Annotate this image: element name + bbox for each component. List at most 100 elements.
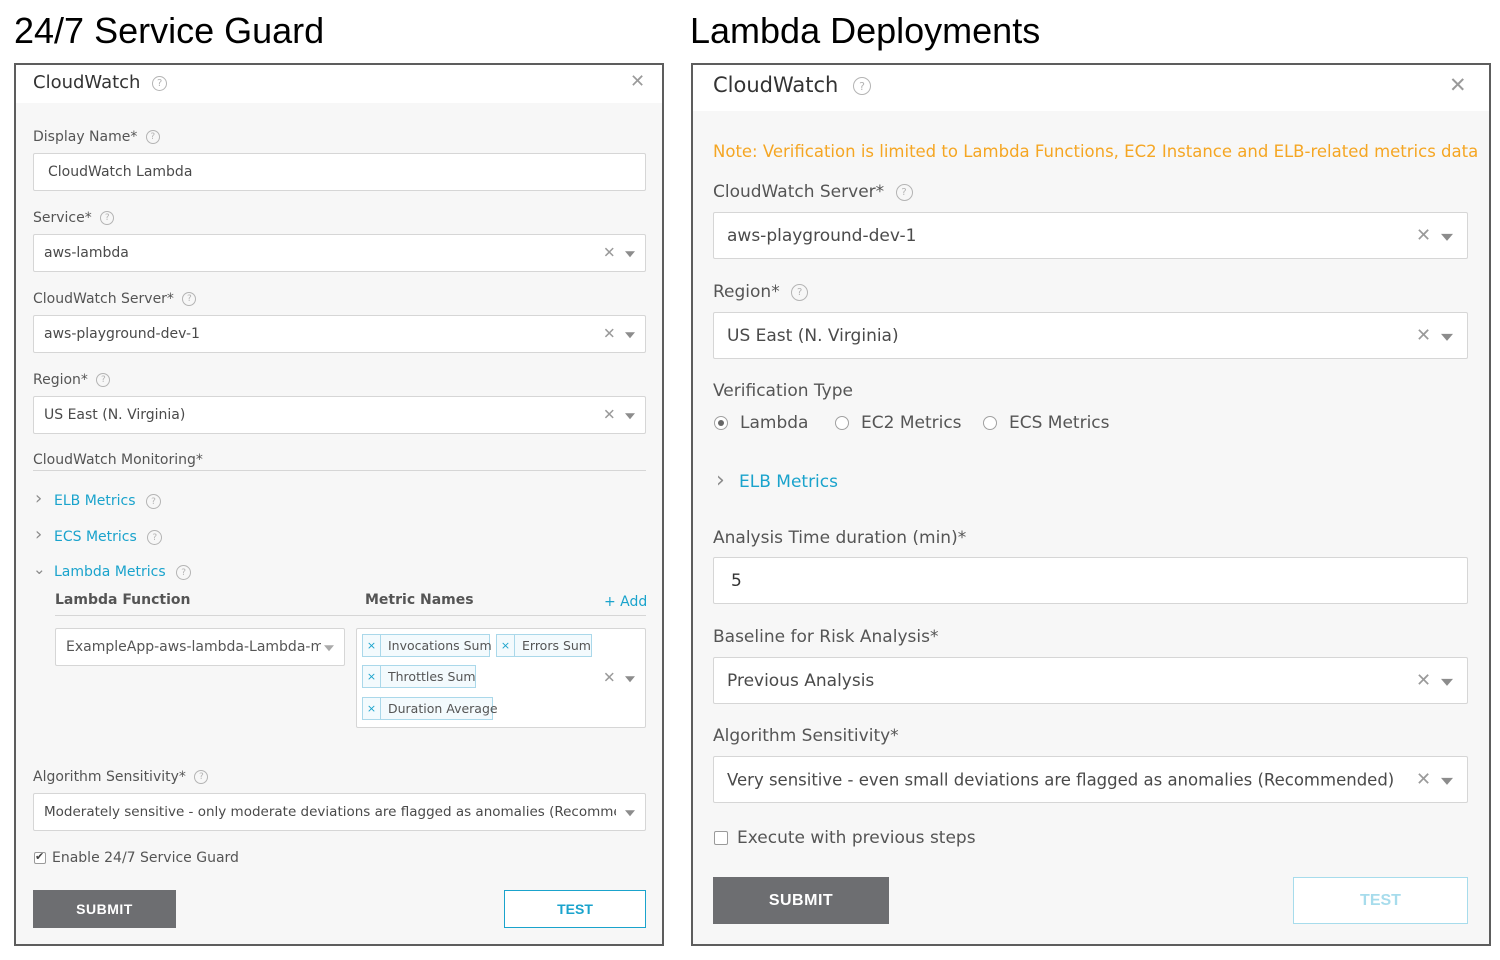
ecs-metrics-link[interactable]: ECS Metrics ? xyxy=(54,529,163,545)
metric-tag: × Throttles Sum xyxy=(362,665,476,688)
execute-previous-steps-checkbox[interactable] xyxy=(714,831,728,845)
region-value: US East (N. Virginia) xyxy=(727,325,899,346)
help-icon[interactable]: ? xyxy=(145,130,160,144)
service-value: aws-lambda xyxy=(44,245,129,261)
help-icon[interactable]: ? xyxy=(152,75,168,91)
analysis-time-label: Analysis Time duration (min)* xyxy=(713,528,967,548)
check-icon: ✔ xyxy=(35,850,45,863)
analysis-time-input[interactable]: 5 xyxy=(713,557,1468,604)
cloudwatch-server-label: CloudWatch Server* ? xyxy=(33,291,197,307)
elb-metrics-link[interactable]: ELB Metrics ? xyxy=(54,493,161,509)
cloudwatch-monitoring-label: CloudWatch Monitoring* xyxy=(33,452,203,468)
lambda-metrics-link[interactable]: Lambda Metrics ? xyxy=(54,564,192,580)
help-icon[interactable]: ? xyxy=(791,283,809,301)
section-title-service-guard: 24/7 Service Guard xyxy=(14,10,325,51)
help-icon[interactable]: ? xyxy=(853,77,872,95)
algorithm-sensitivity-label: Algorithm Sensitivity* xyxy=(713,726,899,746)
help-icon[interactable]: ? xyxy=(194,770,209,784)
cloudwatch-server-select[interactable]: aws-playground-dev-1 ✕ xyxy=(33,315,646,353)
chevron-down-icon[interactable] xyxy=(1441,777,1453,785)
chevron-down-icon[interactable] xyxy=(625,251,635,258)
radio-lambda-label[interactable]: Lambda xyxy=(740,413,808,433)
region-label: Region* ? xyxy=(33,372,111,388)
display-name-field[interactable]: CloudWatch Lambda xyxy=(33,153,646,191)
enable-service-guard-label: Enable 24/7 Service Guard xyxy=(52,850,239,866)
submit-button[interactable]: SUBMIT xyxy=(33,890,176,928)
help-icon[interactable]: ? xyxy=(895,183,913,201)
divider xyxy=(55,615,646,616)
remove-tag-icon[interactable]: × xyxy=(363,635,381,656)
remove-tag-icon[interactable]: × xyxy=(363,698,381,719)
execute-previous-steps-label[interactable]: Execute with previous steps xyxy=(737,828,976,848)
chevron-down-icon[interactable] xyxy=(625,413,635,420)
radio-lambda[interactable] xyxy=(714,416,728,430)
lambda-function-select[interactable]: ExampleApp-aws-lambda-Lambda-my-f... xyxy=(55,628,345,666)
dialog-header: CloudWatch ? ✕ xyxy=(16,65,662,103)
display-name-label: Display Name* ? xyxy=(33,129,160,145)
clear-icon[interactable]: ✕ xyxy=(1416,770,1431,789)
chevron-down-icon[interactable] xyxy=(625,676,635,683)
radio-ecs-metrics[interactable] xyxy=(983,416,997,430)
metric-tag-label: Duration Average xyxy=(388,701,498,716)
chevron-right-icon[interactable]: › xyxy=(35,490,42,508)
baseline-select[interactable]: Previous Analysis ✕ xyxy=(713,657,1468,704)
region-select[interactable]: US East (N. Virginia) ✕ xyxy=(713,312,1468,359)
help-icon[interactable]: ? xyxy=(100,211,115,225)
close-icon[interactable]: ✕ xyxy=(1449,75,1467,96)
metric-names-header: Metric Names xyxy=(365,592,474,608)
verification-type-label: Verification Type xyxy=(713,381,853,401)
algorithm-sensitivity-value: Moderately sensitive - only moderate dev… xyxy=(44,804,616,820)
lambda-function-value: ExampleApp-aws-lambda-Lambda-my-f... xyxy=(66,639,321,655)
clear-icon[interactable]: ✕ xyxy=(1416,226,1431,245)
service-select[interactable]: aws-lambda ✕ xyxy=(33,234,646,272)
help-icon[interactable]: ? xyxy=(176,564,192,580)
display-name-value: CloudWatch Lambda xyxy=(48,164,193,180)
radio-ecs-metrics-label[interactable]: ECS Metrics xyxy=(1009,413,1110,433)
help-icon[interactable]: ? xyxy=(145,493,161,509)
chevron-down-icon[interactable] xyxy=(1441,678,1453,686)
radio-ec2-metrics-label[interactable]: EC2 Metrics xyxy=(861,413,962,433)
service-label: Service* ? xyxy=(33,210,115,226)
region-label: Region* ? xyxy=(713,282,809,302)
chevron-down-icon[interactable] xyxy=(1441,333,1453,341)
clear-icon[interactable]: ✕ xyxy=(603,670,616,686)
region-select[interactable]: US East (N. Virginia) ✕ xyxy=(33,396,646,434)
help-icon[interactable]: ? xyxy=(147,529,163,545)
cloudwatch-server-value: aws-playground-dev-1 xyxy=(44,326,200,342)
clear-icon[interactable]: ✕ xyxy=(1416,326,1431,345)
submit-button[interactable]: SUBMIT xyxy=(713,877,889,924)
help-icon[interactable]: ? xyxy=(96,373,111,387)
chevron-right-icon[interactable]: › xyxy=(35,526,42,544)
analysis-time-value: 5 xyxy=(731,570,742,591)
add-metric-button[interactable]: + Add xyxy=(604,594,647,610)
lambda-function-header: Lambda Function xyxy=(55,592,191,608)
clear-icon[interactable]: ✕ xyxy=(1416,671,1431,690)
chevron-down-icon[interactable] xyxy=(625,332,635,339)
test-button[interactable]: TEST xyxy=(1293,877,1468,924)
metric-tag-label: Errors Sum xyxy=(522,638,591,653)
chevron-down-icon[interactable] xyxy=(625,810,635,817)
dialog-header: CloudWatch ? ✕ xyxy=(693,65,1489,111)
cloudwatch-server-select[interactable]: aws-playground-dev-1 ✕ xyxy=(713,212,1468,259)
chevron-down-icon[interactable]: ⌄ xyxy=(33,562,46,577)
clear-icon[interactable]: ✕ xyxy=(603,245,616,261)
enable-service-guard-checkbox[interactable]: ✔ xyxy=(34,850,46,864)
metric-names-select[interactable]: × Invocations Sum × Errors Sum × Throttl… xyxy=(356,628,646,728)
algorithm-sensitivity-select[interactable]: Very sensitive - even small deviations a… xyxy=(713,756,1468,803)
help-icon[interactable]: ? xyxy=(182,292,197,306)
chevron-down-icon[interactable] xyxy=(1441,233,1453,241)
divider xyxy=(33,470,646,471)
remove-tag-icon[interactable]: × xyxy=(363,666,381,687)
close-icon[interactable]: ✕ xyxy=(630,73,645,91)
radio-ec2-metrics[interactable] xyxy=(835,416,849,430)
clear-icon[interactable]: ✕ xyxy=(603,326,616,342)
chevron-down-icon[interactable] xyxy=(324,645,334,652)
clear-icon[interactable]: ✕ xyxy=(603,407,616,423)
remove-tag-icon[interactable]: × xyxy=(497,635,515,656)
algorithm-sensitivity-select[interactable]: Moderately sensitive - only moderate dev… xyxy=(33,793,646,831)
note-text: Note: Verification is limited to Lambda … xyxy=(713,142,1479,161)
test-button[interactable]: TEST xyxy=(504,890,646,928)
chevron-right-icon[interactable]: › xyxy=(716,470,725,492)
elb-metrics-link[interactable]: ELB Metrics xyxy=(739,472,838,492)
dialog-title: CloudWatch ? xyxy=(713,73,872,97)
